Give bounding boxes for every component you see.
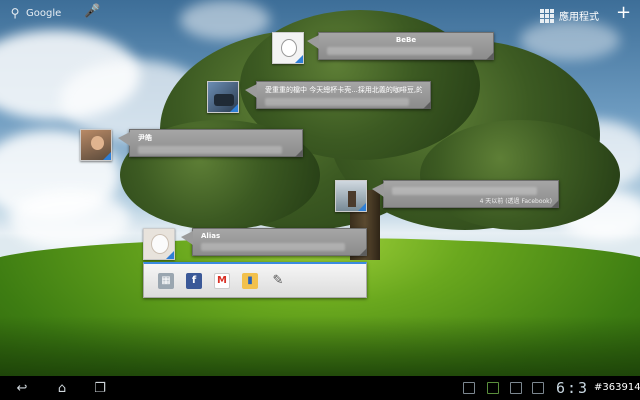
post-card[interactable]: 愛重重的檔中 今天總杯卡壳...採用北義的咖啡豆,的確不: [245, 81, 431, 109]
google-search-widget[interactable]: ⚲ Google: [8, 6, 62, 20]
clock[interactable]: 6:3: [556, 379, 589, 397]
navigation-bar: ↩ ⌂ ❐ 6:3: [0, 376, 640, 400]
gmail-notification-icon: [532, 382, 544, 394]
gmail-icon[interactable]: M: [214, 272, 230, 289]
app-grid-icon: [540, 8, 554, 23]
post-card[interactable]: BeBe: [307, 32, 494, 60]
post-card[interactable]: 尹皓: [118, 129, 303, 157]
settings-wrench-icon[interactable]: ✎: [270, 273, 286, 289]
back-icon[interactable]: ↩: [12, 380, 32, 396]
gallery-icon[interactable]: ▦: [158, 272, 174, 289]
post-timestamp: 4 天以前 (透過 Facebook): [479, 198, 552, 205]
apps-label: 應用程式: [559, 12, 599, 23]
add-icon[interactable]: +: [616, 4, 631, 22]
avatar[interactable]: [207, 81, 239, 113]
post-author: 尹皓: [138, 134, 152, 142]
home-icon[interactable]: ⌂: [52, 380, 72, 396]
search-label: Google: [26, 7, 62, 19]
post-card[interactable]: Alias: [181, 228, 367, 256]
facebook-icon[interactable]: f: [186, 272, 202, 289]
contacts-icon[interactable]: ▮: [242, 272, 258, 289]
post-text: 愛重重的檔中 今天總杯卡壳...採用北義的咖啡豆,的確不: [265, 86, 422, 94]
avatar[interactable]: [335, 180, 367, 212]
watermark: #363914: [592, 382, 640, 393]
avatar[interactable]: [143, 228, 175, 260]
recent-apps-icon[interactable]: ❐: [90, 380, 110, 396]
search-icon: ⚲: [10, 6, 20, 20]
avatar[interactable]: [272, 32, 304, 64]
share-panel: ▦ f M ▮ ✎: [143, 262, 367, 298]
post-author: BeBe: [395, 36, 417, 44]
apps-button[interactable]: 應用程式: [540, 8, 599, 23]
post-card[interactable]: 4 天以前 (透過 Facebook): [372, 180, 559, 208]
microphone-icon[interactable]: 🎤: [84, 4, 100, 22]
avatar[interactable]: [80, 129, 112, 161]
screenshot-icon: [487, 382, 499, 394]
mail-icon: [510, 382, 522, 394]
sd-card-icon: [463, 382, 475, 394]
post-author: Alias: [201, 232, 221, 240]
